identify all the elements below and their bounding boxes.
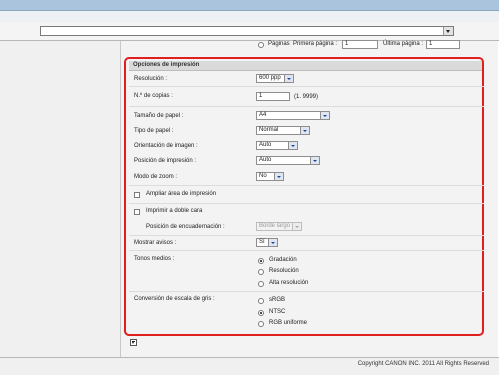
zoom-mode-select[interactable]: No xyxy=(256,172,284,181)
image-orientation-value: Auto xyxy=(259,142,272,148)
resolution-select[interactable]: 600 ppp xyxy=(256,74,294,83)
first-page-label: Primera página : xyxy=(293,41,338,47)
paper-size-select[interactable]: A4 xyxy=(256,111,330,120)
pages-radio[interactable] xyxy=(258,42,264,48)
show-warnings-value: Sí xyxy=(259,239,265,245)
duplex-label: Imprimir a doble cara xyxy=(146,208,203,214)
top-band xyxy=(0,11,499,22)
duplex-checkbox[interactable] xyxy=(134,209,140,215)
paper-type-label: Tipo de papel : xyxy=(134,128,174,134)
row-divider xyxy=(129,291,484,292)
copyright-text: Copyright CANON INC. 2011 All Rights Res… xyxy=(357,361,489,367)
show-warnings-select[interactable]: Sí xyxy=(256,238,278,247)
paper-size-label: Tamaño de papel : xyxy=(134,113,184,119)
row-divider xyxy=(129,86,484,87)
expand-area-checkbox[interactable] xyxy=(134,192,140,198)
print-position-select[interactable]: Auto xyxy=(256,156,320,165)
chevron-down-icon xyxy=(268,239,277,246)
halftones-label: Tonos medios : xyxy=(134,256,175,262)
paper-size-value: A4 xyxy=(259,112,267,118)
grayscale-radio-srgb[interactable] xyxy=(258,298,264,304)
copies-label: N.º de copias : xyxy=(134,93,173,99)
expand-area-label: Ampliar área de impresión xyxy=(146,191,217,197)
binding-select[interactable]: Borde largo xyxy=(256,222,302,231)
resolution-label: Resolución : xyxy=(134,76,168,82)
zoom-mode-value: No xyxy=(259,173,267,179)
grayscale-radio-ntsc[interactable] xyxy=(258,310,264,316)
left-pane xyxy=(0,41,121,357)
selector-row xyxy=(0,22,499,41)
show-warnings-label: Mostrar avisos : xyxy=(134,240,177,246)
chevron-down-icon xyxy=(310,157,319,164)
image-orientation-label: Orientación de imagen : xyxy=(134,143,198,149)
zoom-mode-label: Modo de zoom : xyxy=(134,174,178,180)
resolution-value: 600 ppp xyxy=(259,75,281,81)
grayscale-radio-uniform-rgb[interactable] xyxy=(258,321,264,327)
paper-type-select[interactable]: Normal xyxy=(256,126,310,135)
halftones-radio-gradation[interactable] xyxy=(258,258,264,264)
pages-option-label: Páginas xyxy=(268,41,290,47)
grayscale-option-label: RGB uniforme xyxy=(269,320,308,326)
row-divider xyxy=(129,235,484,236)
scroll-bottom-icon[interactable] xyxy=(130,339,137,346)
chevron-down-icon xyxy=(292,223,301,230)
copies-range: (1. 9999) xyxy=(294,94,319,100)
halftones-option-label: Alta resolución xyxy=(269,280,309,286)
print-position-label: Posición de impresión : xyxy=(134,158,197,164)
print-position-value: Auto xyxy=(259,157,272,163)
grayscale-label: Conversión de escala de gris : xyxy=(134,296,215,302)
row-divider xyxy=(129,185,484,186)
halftones-option-label: Resolución xyxy=(269,268,299,274)
chevron-down-icon xyxy=(300,127,309,134)
printer-selector[interactable] xyxy=(40,26,454,36)
grayscale-option-label: NTSC xyxy=(269,309,286,315)
paper-type-value: Normal xyxy=(259,127,279,133)
halftones-option-label: Gradación xyxy=(269,257,297,263)
footer: Copyright CANON INC. 2011 All Rights Res… xyxy=(0,357,499,375)
grayscale-option-label: sRGB xyxy=(269,297,286,303)
binding-value: Borde largo xyxy=(259,223,291,229)
chevron-down-icon xyxy=(274,173,283,180)
row-divider xyxy=(129,203,484,204)
halftones-radio-high-resolution[interactable] xyxy=(258,281,264,287)
chevron-down-icon xyxy=(288,142,297,149)
binding-label: Posición de encuadernación : xyxy=(146,224,225,230)
image-orientation-select[interactable]: Auto xyxy=(256,141,298,150)
last-page-label: Última página : xyxy=(383,41,424,47)
chevron-down-icon[interactable] xyxy=(443,27,453,35)
first-page-input[interactable]: 1 xyxy=(342,40,378,49)
row-divider xyxy=(129,106,484,107)
chevron-down-icon xyxy=(320,112,329,119)
title-bar xyxy=(0,0,499,11)
halftones-radio-resolution[interactable] xyxy=(258,269,264,275)
last-page-input[interactable]: 1 xyxy=(426,40,460,49)
copies-input[interactable]: 1 xyxy=(256,92,290,101)
chevron-down-icon xyxy=(284,75,293,82)
row-divider xyxy=(129,250,484,251)
